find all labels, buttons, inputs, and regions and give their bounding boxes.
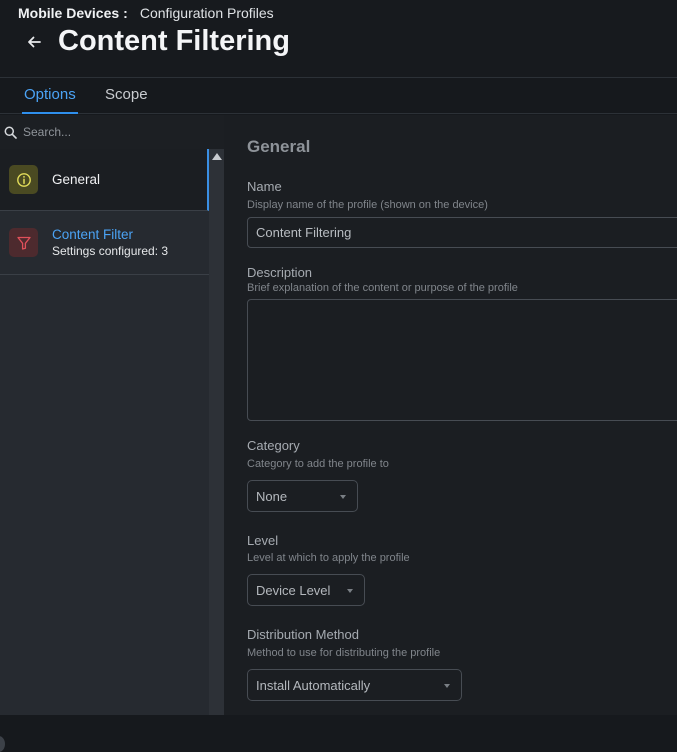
payload-list: General Content Filter Settings configur… — [0, 149, 209, 275]
name-help: Display name of the profile (shown on th… — [247, 199, 488, 211]
page-title: Content Filtering — [58, 25, 290, 57]
category-select[interactable]: None — [247, 480, 358, 512]
search-input[interactable] — [23, 125, 213, 139]
level-label: Level — [247, 533, 279, 548]
name-label: Name — [247, 179, 282, 194]
category-help: Category to add the profile to — [247, 458, 389, 470]
tab-scope[interactable]: Scope — [105, 78, 148, 114]
sidebar-item-general[interactable]: General — [0, 149, 209, 211]
sidebar-item-subtitle: Settings configured: 3 — [52, 244, 169, 258]
sidebar-scrollbar[interactable] — [209, 149, 224, 715]
sidebar-item-label: Content Filter — [52, 227, 134, 242]
sidebar-collapse-handle[interactable] — [0, 736, 5, 752]
page-header: Mobile Devices : Configuration Profiles … — [0, 0, 677, 78]
info-icon — [16, 172, 31, 187]
description-label: Description — [247, 265, 313, 280]
level-help: Level at which to apply the profile — [247, 552, 410, 564]
distribution-value: Install Automatically — [256, 677, 371, 693]
chevron-down-icon — [347, 589, 353, 593]
general-panel: General Name Display name of the profile… — [224, 115, 677, 715]
name-field[interactable] — [247, 217, 677, 248]
distribution-help: Method to use for distributing the profi… — [247, 647, 441, 659]
tab-options[interactable]: Options — [22, 78, 78, 114]
scroll-up-arrow-icon[interactable] — [212, 153, 222, 160]
breadcrumb-separator: : — [123, 5, 128, 21]
sidebar-item-label: General — [52, 172, 101, 187]
sidebar: General Content Filter Settings configur… — [0, 115, 224, 752]
filter-icon — [16, 236, 31, 250]
sidebar-item-content-filter[interactable]: Content Filter Settings configured: 3 — [0, 211, 209, 275]
category-value: None — [256, 488, 288, 504]
description-field[interactable] — [247, 299, 677, 421]
info-icon-badge — [9, 165, 38, 194]
distribution-label: Distribution Method — [247, 627, 359, 642]
breadcrumb-parent[interactable]: Mobile Devices — [18, 5, 119, 21]
back-button[interactable] — [22, 30, 46, 54]
chevron-down-icon — [444, 684, 450, 688]
description-help: Brief explanation of the content or purp… — [247, 282, 518, 294]
level-value: Device Level — [256, 582, 331, 598]
filter-icon-badge — [9, 228, 38, 257]
tab-bar: Options Scope — [0, 78, 677, 114]
arrow-left-icon — [28, 36, 41, 48]
breadcrumb-current[interactable]: Configuration Profiles — [140, 5, 274, 21]
category-label: Category — [247, 438, 300, 453]
level-select[interactable]: Device Level — [247, 574, 365, 606]
distribution-select[interactable]: Install Automatically — [247, 669, 462, 701]
scroll-thumb[interactable] — [212, 165, 221, 705]
section-title: General — [247, 137, 311, 156]
search-bar — [0, 115, 224, 149]
chevron-down-icon — [340, 495, 346, 499]
search-icon — [4, 126, 17, 139]
breadcrumb: Mobile Devices : Configuration Profiles — [18, 5, 274, 21]
